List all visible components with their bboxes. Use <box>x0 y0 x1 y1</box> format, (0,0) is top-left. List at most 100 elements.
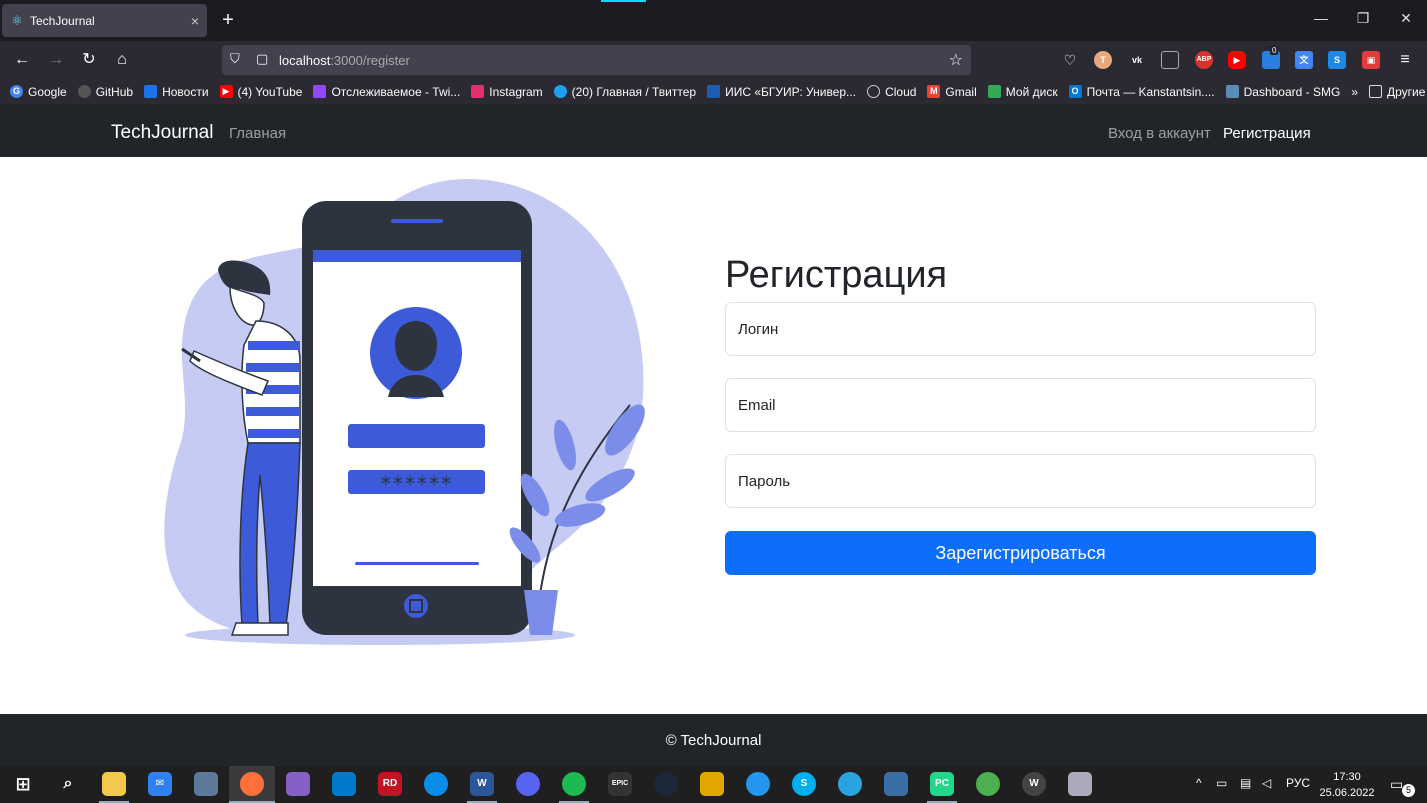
new-tab-button[interactable]: + <box>217 8 239 32</box>
docker-icon[interactable] <box>746 772 770 796</box>
menu-icon[interactable]: ≡ <box>1396 51 1414 69</box>
instagram-icon <box>471 85 485 98</box>
wordpress-icon[interactable]: W <box>1022 772 1046 796</box>
bookmark-github[interactable]: GitHub <box>77 85 133 99</box>
home-icon[interactable]: ⌂ <box>111 50 133 70</box>
register-button[interactable]: Зарегистрироваться <box>725 531 1316 575</box>
outlook-icon: O <box>1068 85 1082 98</box>
volume-icon[interactable]: ◁ <box>1262 776 1271 790</box>
bookmark-label: Instagram <box>489 84 543 99</box>
vscode-icon[interactable] <box>332 772 356 796</box>
spotify-icon[interactable] <box>562 772 586 796</box>
bookmark-star-icon[interactable]: ☆ <box>949 50 963 70</box>
bookmark-outlook[interactable]: O Почта — Kanstantsin.... <box>1068 85 1215 99</box>
clock[interactable]: 17:30 25.06.2022 <box>1318 769 1376 801</box>
language-indicator[interactable]: РУС <box>1286 776 1310 790</box>
bookmark-twitter[interactable]: (20) Главная / Твиттер <box>553 85 696 99</box>
bookmarks-bar: G Google GitHub Новости ▶ (4) YouTube Отсл… <box>0 79 1427 104</box>
telegram-icon[interactable] <box>838 772 862 796</box>
calculator-icon[interactable] <box>194 772 218 796</box>
notification-badge: 5 <box>1402 784 1415 797</box>
site-navbar: TechJournal Главная Вход в аккаунт Регис… <box>0 104 1427 157</box>
youtube-ext-icon[interactable]: ▶ <box>1228 51 1246 69</box>
folder-icon <box>1369 85 1382 98</box>
clock-time: 17:30 <box>1333 771 1361 783</box>
bookmark-gmail[interactable]: M Gmail <box>927 84 977 99</box>
browser-tab[interactable]: ⚛ TechJournal × <box>2 4 207 37</box>
nav-login-link[interactable]: Вход в аккаунт <box>1108 125 1211 142</box>
nav-register-link[interactable]: Регистрация <box>1223 125 1311 142</box>
password-field[interactable]: Пароль <box>725 454 1316 508</box>
site-brand[interactable]: TechJournal <box>111 122 213 144</box>
reload-icon[interactable]: ↻ <box>78 50 100 70</box>
firefox-icon[interactable] <box>240 772 264 796</box>
bookmark-bsuir[interactable]: ИИС «БГУИР: Универ... <box>707 85 856 99</box>
page-info-icon[interactable]: ▢ <box>256 51 268 67</box>
back-icon[interactable]: ← <box>11 50 33 70</box>
bookmark-label: Мой диск <box>1005 84 1058 99</box>
s-extension-icon[interactable]: S <box>1328 51 1346 69</box>
visual-studio-icon[interactable] <box>286 772 310 796</box>
vk-icon[interactable]: vk <box>1128 51 1146 69</box>
word-icon[interactable]: W <box>470 772 494 796</box>
database-icon[interactable] <box>1068 772 1092 796</box>
browser-tab-strip: ⚛ TechJournal × + — ❐ ✕ <box>0 0 1427 41</box>
epic-games-icon[interactable]: EPIC <box>608 772 632 796</box>
shirt-stripe <box>246 407 300 416</box>
pocket-icon[interactable]: ♡ <box>1061 51 1079 69</box>
network-icon[interactable]: ▤ <box>1240 776 1251 790</box>
shirt-stripe <box>248 341 300 350</box>
bookmark-instagram[interactable]: Instagram <box>471 84 543 99</box>
file-explorer-icon[interactable] <box>102 772 126 796</box>
globe-icon <box>867 85 881 98</box>
steam-icon[interactable] <box>654 772 678 796</box>
phone-password-mask: ****** <box>380 472 452 496</box>
address-bar[interactable]: ⛉ ▢ localhost:3000/register ☆ <box>222 45 971 75</box>
gmail-icon: M <box>927 85 941 98</box>
bookmark-google[interactable]: G Google <box>10 85 67 99</box>
reader-icon[interactable] <box>1161 51 1179 69</box>
minimize-icon[interactable]: — <box>1311 10 1331 26</box>
adblock-icon[interactable]: ABP <box>1195 51 1213 69</box>
windows-start-icon[interactable]: ⊞ <box>11 772 35 796</box>
bookmark-dashboard[interactable]: Dashboard - SMG <box>1225 85 1340 99</box>
bookmark-twitch[interactable]: Отслеживаемое - Twi... <box>313 85 460 99</box>
search-icon[interactable]: ⌕ <box>56 772 80 796</box>
drive-icon <box>987 85 1001 98</box>
bookmark-news[interactable]: Новости <box>144 85 209 99</box>
close-tab-icon[interactable]: × <box>191 13 199 29</box>
email-field[interactable]: Email <box>725 378 1316 432</box>
bookmarks-overflow-button[interactable]: » <box>1351 85 1358 99</box>
bookmark-cloud[interactable]: Cloud <box>867 85 916 99</box>
shield-icon[interactable]: ⛉ <box>230 51 240 67</box>
battery-icon[interactable]: ▭ <box>1216 776 1227 790</box>
phone-header-bar <box>313 250 521 262</box>
tray-expand-icon[interactable]: ^ <box>1196 776 1202 790</box>
pycharm-icon[interactable]: PC <box>930 772 954 796</box>
profile-t-icon[interactable]: T <box>1094 51 1112 69</box>
bookmark-drive[interactable]: Мой диск <box>987 84 1058 99</box>
bookmark-label: Gmail <box>945 84 977 99</box>
restore-icon[interactable]: ❐ <box>1353 10 1373 27</box>
phone-speaker <box>391 219 443 223</box>
phone-screen <box>313 250 521 586</box>
nav-home-link[interactable]: Главная <box>229 125 286 142</box>
registration-illustration: ****** <box>164 178 645 645</box>
send-icon[interactable] <box>976 772 1000 796</box>
login-field[interactable]: Логин <box>725 302 1316 356</box>
bookmark-youtube[interactable]: ▶ (4) YouTube <box>219 84 303 99</box>
other-bookmarks-folder[interactable]: Другие закладки <box>1369 85 1427 99</box>
gift-extension-icon[interactable]: ▣ <box>1362 51 1380 69</box>
rider-icon[interactable]: RD <box>378 772 402 796</box>
skype-icon[interactable]: S <box>792 772 816 796</box>
bookmark-label: (4) YouTube <box>237 84 303 99</box>
discord-icon[interactable] <box>516 772 540 796</box>
close-window-icon[interactable]: ✕ <box>1396 10 1416 27</box>
translate-icon[interactable]: 文 <box>1295 51 1313 69</box>
mail-icon[interactable]: ✉ <box>148 772 172 796</box>
tool-icon[interactable] <box>700 772 724 796</box>
app-icon[interactable] <box>884 772 908 796</box>
edge-icon[interactable] <box>424 772 448 796</box>
forward-icon[interactable]: → <box>45 50 67 70</box>
url-text[interactable]: localhost:3000/register <box>279 53 410 68</box>
